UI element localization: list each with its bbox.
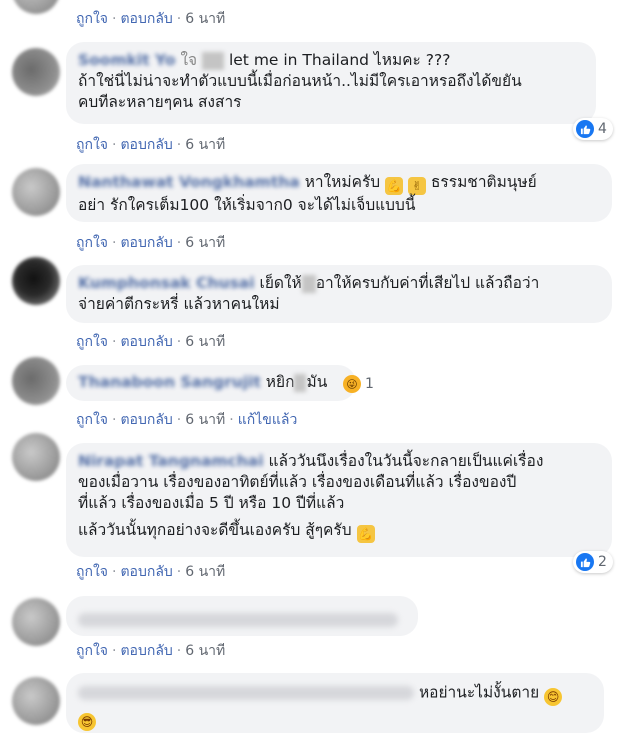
comment-text: จ่ายค่าตีกระหรี่ แล้วหาคนใหม่ (78, 295, 280, 313)
censored-area (202, 51, 225, 70)
comment-text: อาให้ครบกับค่าที่เสียไป แล้วถือว่า (315, 274, 540, 292)
comment-actions: ถูกใจ · ตอบกลับ · 6 นาที (76, 11, 226, 27)
comment-text: ใจ (180, 51, 198, 69)
comment-actions: ถูกใจ · ตอบกลับ · 6 นาที · แก้ไขแล้ว (76, 412, 298, 428)
like-link[interactable]: ถูกใจ (76, 643, 108, 659)
comment-text: คบทีละหลายๆคน สงสาร (78, 93, 242, 111)
reaction-badge[interactable]: 2 (573, 551, 613, 573)
comment-bubble: Soomkit Yo ใจ let me in Thailand ไหมคะ ?… (66, 42, 596, 124)
like-link[interactable]: ถูกใจ (76, 334, 108, 350)
comment-bubble: Nirapat Tangnamchai แล้ววันนึงเรื่องในวั… (66, 443, 612, 557)
comment-actions: ถูกใจ · ตอบกลับ · 6 นาที (76, 334, 226, 350)
flexed-biceps-emoji: 💪 (385, 177, 404, 195)
comment-bubble: Kumphonsak Chusai เย็ดให้ อาให้ครบกับค่าท… (66, 265, 612, 323)
timestamp[interactable]: 6 นาที (185, 412, 225, 428)
censored-area (294, 373, 307, 392)
reply-link[interactable]: ตอบกลับ (120, 412, 172, 428)
comment-text: แล้ววันนั้นทุกอย่างจะดีขึ้นเองครับ สู้ๆค… (78, 521, 352, 539)
commenter-avatar[interactable] (12, 48, 60, 96)
like-link[interactable]: ถูกใจ (76, 137, 108, 153)
comment-text: มัน (306, 373, 328, 391)
commenter-avatar[interactable] (12, 677, 60, 725)
comment-text: ที่แล้ว เรื่องของเมื่อ 5 ปี หรือ 10 ปีที… (78, 494, 345, 512)
timestamp[interactable]: 6 นาที (185, 564, 225, 580)
comment-text: ธรรมชาติมนุษย์ (430, 173, 537, 191)
comment-text: ถ้าใช่นี่ไม่น่าจะทำตัวแบบนี้เมื่อก่อนหน้… (78, 72, 522, 90)
like-link[interactable]: ถูกใจ (76, 235, 108, 251)
commenter-avatar[interactable] (12, 257, 60, 305)
timestamp[interactable]: 6 นาที (185, 334, 225, 350)
comment-text: หอย่านะไม่งั้นตาย (418, 683, 540, 702)
comment-bubble (66, 596, 418, 636)
reaction-count: 2 (598, 554, 607, 570)
blurred-comment-text (78, 686, 414, 700)
comment-text: หยิก (265, 373, 295, 391)
commenter-name[interactable]: Thanaboon Sangrujit (78, 372, 261, 393)
timestamp[interactable]: 6 นาที (185, 11, 225, 27)
commenter-avatar[interactable] (12, 0, 60, 14)
commenter-name[interactable]: Kumphonsak Chusai (78, 273, 255, 294)
blurred-comment-text (78, 613, 398, 627)
reaction-count: 4 (598, 121, 607, 137)
commenter-name[interactable]: Nirapat Tangnamchai (78, 451, 264, 472)
commenter-name[interactable]: Soomkit Yo (78, 50, 176, 71)
comment-actions: ถูกใจ · ตอบกลับ · 6 นาที (76, 643, 226, 659)
comment-text: อย่า รักใครเต็ม100 ให้เริ่มจาก0 จะได้ไม่… (78, 196, 416, 214)
flexed-biceps-emoji: 💪 (356, 525, 375, 543)
comment-bubble: Nanthawat Vongkhamtha หาใหม่ครับ 💪 ✌ ธรร… (66, 164, 612, 222)
comment-actions: ถูกใจ · ตอบกลับ · 6 นาที (76, 137, 226, 153)
comment-bubble: Thanaboon Sangrujit หยิก มัน (66, 365, 356, 401)
reply-link[interactable]: ตอบกลับ (120, 643, 172, 659)
comment-bubble: หอย่านะไม่งั้นตาย 😊 😎 (66, 673, 604, 733)
comment-text: ของเมื่อวาน เรื่องของอาทิตย์ที่แล้ว เรื่… (78, 473, 517, 491)
comment-actions: ถูกใจ · ตอบกลับ · 6 นาที (76, 235, 226, 251)
commenter-avatar[interactable] (12, 433, 60, 481)
tongue-wink-emoji: 😜 (343, 375, 361, 393)
commenter-name[interactable]: Nanthawat Vongkhamtha (78, 172, 300, 193)
censored-area (301, 274, 316, 293)
reaction-badge[interactable]: 😜 1 (340, 373, 380, 395)
comment-text: หาใหม่ครับ (304, 173, 381, 191)
like-link[interactable]: ถูกใจ (76, 412, 108, 428)
like-link[interactable]: ถูกใจ (76, 564, 108, 580)
reply-link[interactable]: ตอบกลับ (120, 235, 172, 251)
reply-link[interactable]: ตอบกลับ (120, 137, 172, 153)
commenter-avatar[interactable] (12, 598, 60, 646)
timestamp[interactable]: 6 นาที (185, 643, 225, 659)
comment-actions: ถูกใจ · ตอบกลับ · 6 นาที (76, 564, 226, 580)
reaction-count: 1 (365, 376, 374, 392)
smiling-emoji: 😊 (544, 687, 563, 706)
reaction-badge[interactable]: 4 (573, 118, 613, 140)
reply-link[interactable]: ตอบกลับ (120, 564, 172, 580)
like-link[interactable]: ถูกใจ (76, 11, 108, 27)
comment-text: let me in Thailand ไหมคะ ??? (228, 51, 451, 69)
timestamp[interactable]: 6 นาที (185, 235, 225, 251)
victory-hand-emoji: ✌ (408, 177, 427, 195)
comment-text: แล้ววันนึงเรื่องในวันนี้จะกลายเป็นแค่เรื… (268, 452, 544, 470)
reply-link[interactable]: ตอบกลับ (120, 11, 172, 27)
edited-link[interactable]: แก้ไขแล้ว (238, 412, 298, 428)
comment-text: เย็ดให้ (259, 274, 302, 292)
commenter-avatar[interactable] (12, 168, 60, 216)
commenter-avatar[interactable] (12, 357, 60, 405)
reply-link[interactable]: ตอบกลับ (120, 334, 172, 350)
like-icon (576, 120, 594, 138)
like-icon (576, 553, 594, 571)
timestamp[interactable]: 6 นาที (185, 137, 225, 153)
